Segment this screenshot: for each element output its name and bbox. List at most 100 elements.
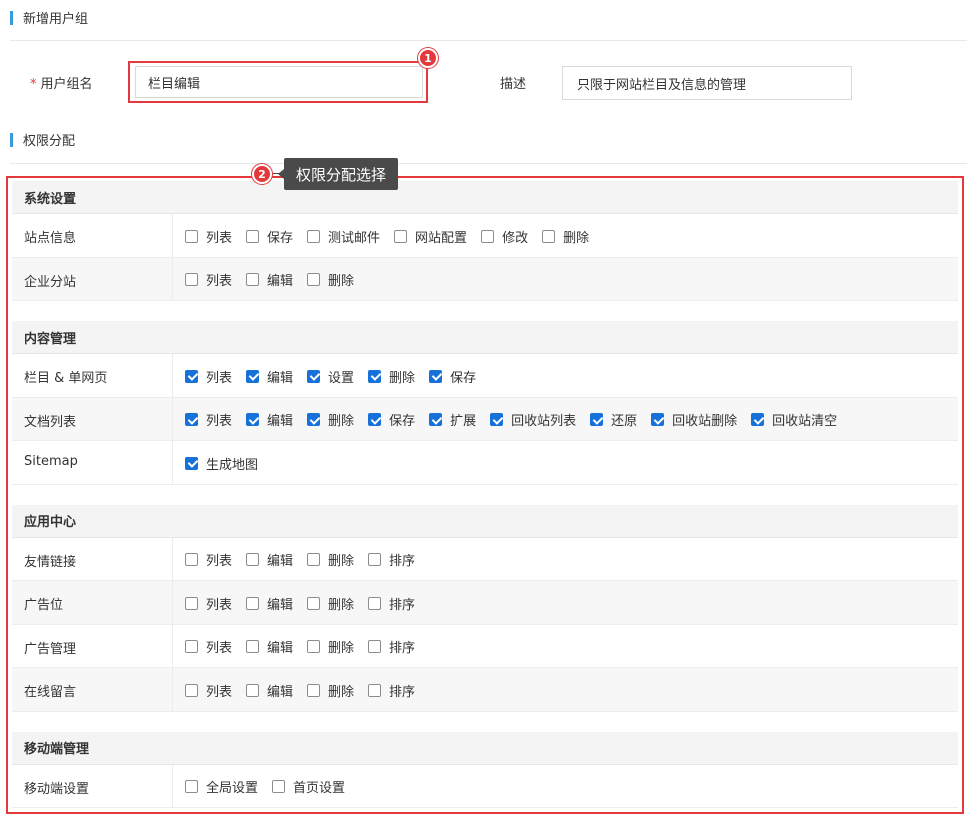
permission-option[interactable]: 排序 — [368, 550, 415, 569]
checkbox-checked[interactable] — [246, 369, 260, 383]
option-label: 首页设置 — [293, 781, 346, 797]
option-label: 修改 — [502, 230, 529, 246]
permission-option[interactable]: 回收站清空 — [751, 410, 837, 429]
permission-option[interactable]: 编辑 — [246, 367, 293, 386]
checkbox-checked[interactable] — [368, 369, 382, 383]
checkbox-checked[interactable] — [651, 413, 665, 427]
permission-option[interactable]: 删除 — [307, 594, 354, 613]
checkbox-unchecked[interactable] — [307, 229, 321, 243]
title-accent-bar — [10, 10, 13, 25]
required-mark: * — [30, 77, 37, 92]
checkbox-unchecked[interactable] — [307, 596, 321, 610]
checkbox-checked[interactable] — [429, 413, 443, 427]
permission-box: 系统设置 站点信息 列表 保存 测试邮件 网站配置 修改 删除 企业分站 列表 编辑 删除 内容管理 栏目… — [6, 176, 964, 814]
checkbox-unchecked[interactable] — [246, 640, 260, 654]
permission-option[interactable]: 首页设置 — [272, 777, 345, 796]
permission-option[interactable]: 列表 — [185, 550, 232, 569]
permission-option[interactable]: 列表 — [185, 270, 232, 289]
permission-option[interactable]: 保存 — [429, 367, 476, 386]
checkbox-unchecked[interactable] — [272, 780, 286, 794]
checkbox-checked[interactable] — [368, 413, 382, 427]
permission-option[interactable]: 删除 — [307, 270, 354, 289]
permission-option[interactable]: 列表 — [185, 367, 232, 386]
checkbox-unchecked[interactable] — [481, 229, 495, 243]
permission-option[interactable]: 排序 — [368, 594, 415, 613]
checkbox-unchecked[interactable] — [185, 596, 198, 610]
permission-option[interactable]: 回收站删除 — [651, 410, 737, 429]
checkbox-unchecked[interactable] — [246, 273, 260, 287]
checkbox-unchecked[interactable] — [246, 596, 260, 610]
permission-option[interactable]: 回收站列表 — [490, 410, 576, 429]
permission-option[interactable]: 还原 — [590, 410, 637, 429]
checkbox-unchecked[interactable] — [542, 229, 556, 243]
permission-option[interactable]: 扩展 — [429, 410, 476, 429]
checkbox-checked[interactable] — [185, 369, 198, 383]
permission-option[interactable]: 保存 — [246, 227, 293, 246]
permission-group: 应用中心 友情链接 列表 编辑 删除 排序 广告位 列表 编辑 删除 排序 广告管理 列表 编辑 删除 排序在… — [12, 504, 958, 712]
permission-option[interactable]: 修改 — [481, 227, 528, 246]
permission-option[interactable]: 删除 — [368, 367, 415, 386]
permission-option[interactable]: 设置 — [307, 367, 354, 386]
option-label: 列表 — [206, 554, 233, 570]
checkbox-checked[interactable] — [246, 413, 260, 427]
checkbox-unchecked[interactable] — [307, 640, 321, 654]
checkbox-unchecked[interactable] — [368, 596, 382, 610]
permission-option[interactable]: 删除 — [307, 637, 354, 656]
permission-option[interactable]: 测试邮件 — [307, 227, 380, 246]
checkbox-checked[interactable] — [307, 369, 321, 383]
permission-option[interactable]: 编辑 — [246, 637, 293, 656]
permission-option[interactable]: 删除 — [307, 550, 354, 569]
checkbox-unchecked[interactable] — [368, 553, 382, 567]
checkbox-unchecked[interactable] — [185, 229, 198, 243]
permission-name: 友情链接 — [12, 537, 173, 580]
checkbox-unchecked[interactable] — [368, 683, 382, 697]
checkbox-unchecked[interactable] — [307, 683, 321, 697]
permission-option[interactable]: 列表 — [185, 681, 232, 700]
checkbox-checked[interactable] — [185, 413, 198, 427]
permission-option[interactable]: 编辑 — [246, 410, 293, 429]
permission-option[interactable]: 编辑 — [246, 681, 293, 700]
description-input[interactable] — [562, 66, 852, 100]
permission-option[interactable]: 删除 — [307, 681, 354, 700]
checkbox-unchecked[interactable] — [307, 273, 321, 287]
page-title-text: 新增用户组 — [23, 12, 89, 27]
permission-option[interactable]: 删除 — [542, 227, 589, 246]
checkbox-unchecked[interactable] — [246, 683, 260, 697]
permission-option[interactable]: 删除 — [307, 410, 354, 429]
checkbox-unchecked[interactable] — [185, 553, 198, 567]
checkbox-checked[interactable] — [429, 369, 443, 383]
option-label: 回收站列表 — [511, 414, 577, 430]
permission-option[interactable]: 网站配置 — [394, 227, 467, 246]
permission-option[interactable]: 列表 — [185, 637, 232, 656]
checkbox-checked[interactable] — [307, 413, 321, 427]
checkbox-unchecked[interactable] — [185, 273, 198, 287]
permission-group: 系统设置 站点信息 列表 保存 测试邮件 网站配置 修改 删除 企业分站 列表 编辑 删除 — [12, 181, 958, 301]
checkbox-unchecked[interactable] — [185, 683, 198, 697]
permission-row: 移动端设置 全局设置 首页设置 — [12, 764, 958, 808]
checkbox-unchecked[interactable] — [185, 780, 198, 794]
checkbox-checked[interactable] — [490, 413, 504, 427]
checkbox-unchecked[interactable] — [246, 229, 260, 243]
permission-option[interactable]: 编辑 — [246, 270, 293, 289]
permission-option[interactable]: 排序 — [368, 637, 415, 656]
permission-option[interactable]: 列表 — [185, 227, 232, 246]
permission-option[interactable]: 排序 — [368, 681, 415, 700]
option-label: 排序 — [389, 554, 416, 570]
permission-option[interactable]: 列表 — [185, 410, 232, 429]
checkbox-unchecked[interactable] — [246, 553, 260, 567]
permission-option[interactable]: 生成地图 — [185, 454, 258, 473]
checkbox-unchecked[interactable] — [185, 640, 198, 654]
checkbox-checked[interactable] — [590, 413, 604, 427]
permission-option[interactable]: 列表 — [185, 594, 232, 613]
permission-option[interactable]: 全局设置 — [185, 777, 258, 796]
checkbox-checked[interactable] — [185, 456, 198, 470]
checkbox-unchecked[interactable] — [368, 640, 382, 654]
permission-option[interactable]: 编辑 — [246, 550, 293, 569]
permission-option[interactable]: 编辑 — [246, 594, 293, 613]
option-label: 删除 — [389, 370, 416, 386]
checkbox-unchecked[interactable] — [307, 553, 321, 567]
permission-option[interactable]: 保存 — [368, 410, 415, 429]
group-name-input[interactable] — [135, 66, 423, 98]
checkbox-unchecked[interactable] — [394, 229, 408, 243]
checkbox-checked[interactable] — [751, 413, 765, 427]
